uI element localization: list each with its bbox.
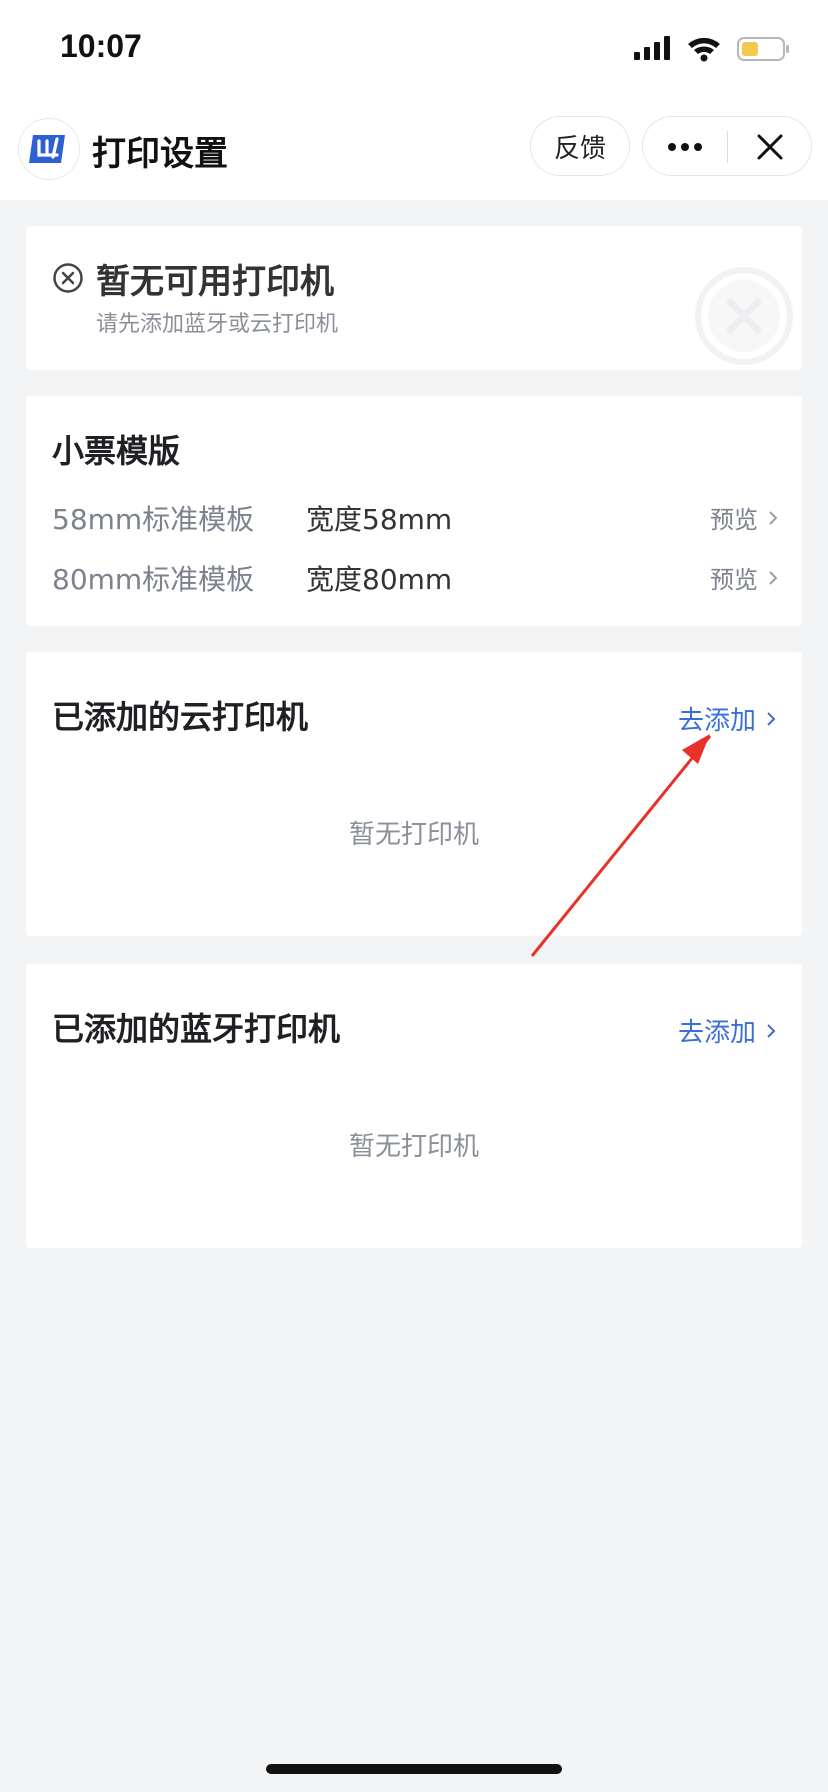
chevron-right-icon	[769, 570, 778, 585]
status-time: 10:07	[60, 28, 142, 64]
battery-icon	[737, 37, 789, 61]
status-icons	[634, 34, 794, 64]
printer-status-card: 暂无可用打印机 请先添加蓝牙或云打印机	[26, 226, 802, 370]
add-bluetooth-printer-link[interactable]: 去添加	[678, 1012, 776, 1049]
bluetooth-printers-card: 已添加的蓝牙打印机 去添加 暂无打印机	[26, 964, 802, 1248]
watermark-x-icon	[695, 267, 793, 365]
close-icon	[757, 134, 783, 160]
template-row-58: 58mm标准模板 宽度58mm 预览	[52, 498, 802, 538]
close-button[interactable]	[728, 117, 812, 177]
feedback-button[interactable]: 反馈	[530, 116, 630, 176]
template-preview-link[interactable]: 预览	[710, 500, 778, 535]
cloud-printers-title: 已添加的云打印机	[52, 698, 309, 736]
more-dots-icon	[668, 143, 702, 151]
template-name: 58mm标准模板	[52, 503, 255, 536]
chevron-right-icon	[767, 1023, 776, 1038]
more-button[interactable]	[643, 117, 727, 177]
app-logo-icon	[29, 135, 65, 163]
preview-label: 预览	[710, 566, 758, 594]
chevron-right-icon	[767, 711, 776, 726]
chevron-right-icon	[769, 510, 778, 525]
annotation-arrow-icon	[530, 734, 712, 957]
status-bar: 10:07	[0, 0, 828, 100]
app-logo	[18, 118, 80, 180]
template-preview-link[interactable]: 预览	[710, 560, 778, 595]
template-width: 宽度58mm	[306, 503, 453, 536]
page-title: 打印设置	[92, 134, 228, 174]
circle-x-icon	[53, 263, 83, 293]
printer-status-title: 暂无可用打印机	[96, 262, 334, 302]
printer-status-subtitle: 请先添加蓝牙或云打印机	[96, 312, 339, 337]
preview-label: 预览	[710, 506, 758, 534]
wifi-icon	[688, 37, 720, 62]
template-width: 宽度80mm	[306, 563, 453, 596]
bluetooth-printers-empty: 暂无打印机	[348, 1132, 479, 1162]
miniprogram-capsule	[642, 116, 812, 176]
nav-bar: 打印设置 反馈	[0, 100, 828, 200]
add-label: 去添加	[677, 1018, 756, 1048]
template-row-80: 80mm标准模板 宽度80mm 预览	[52, 558, 802, 598]
bluetooth-printers-title: 已添加的蓝牙打印机	[52, 1010, 341, 1048]
template-card-title: 小票模版	[52, 432, 181, 470]
home-indicator	[266, 1764, 562, 1774]
cellular-signal-icon	[634, 36, 670, 60]
receipt-template-card: 小票模版 58mm标准模板 宽度58mm 预览 80mm标准模板 宽度80mm …	[26, 396, 802, 626]
template-name: 80mm标准模板	[52, 563, 255, 596]
